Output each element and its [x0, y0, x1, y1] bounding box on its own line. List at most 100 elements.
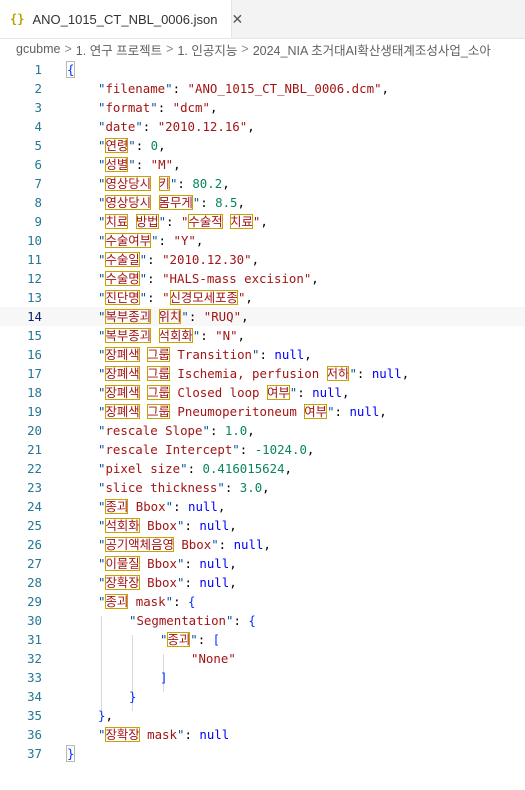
json-key-text: filename [105, 81, 165, 96]
string-word: " [173, 233, 181, 248]
code-text: "장확장 Bbox": null, [98, 573, 237, 592]
code-line[interactable]: 36 "장확장 mask": null [0, 725, 525, 744]
string-word: 2010.12.30 [169, 252, 245, 267]
json-null: null [199, 727, 230, 742]
line-number: 21 [27, 442, 42, 457]
quote: " [165, 499, 174, 514]
code-line[interactable]: 1{ [0, 60, 525, 79]
code-line[interactable]: 9 "치료 방법": "수술적 치료", [0, 212, 525, 231]
key-word: Slope [165, 423, 203, 438]
code-line[interactable]: 35}, [0, 706, 525, 725]
code-line[interactable]: 15 "복부종괴 석회화": "N", [0, 326, 525, 345]
code-line[interactable]: 14 "복부종괴 위치": "RUQ", [0, 307, 525, 326]
code-line[interactable]: 19 "장폐색 그룹 Pneumoperitoneum 여부": null, [0, 402, 525, 421]
code-line[interactable]: 21 "rescale Intercept": -1024.0, [0, 440, 525, 459]
breadcrumb-item[interactable]: 1. 연구 프로젝트 [76, 40, 162, 59]
code-line[interactable]: 5 "연령": 0, [0, 136, 525, 155]
json-bracket: ] [160, 670, 168, 685]
json-punctuation: , [229, 518, 237, 533]
line-number: 16 [27, 347, 42, 362]
string-word: RUQ [211, 309, 234, 324]
unicode-highlight: 수술명 [105, 271, 140, 286]
code-line[interactable]: 17 "장폐색 그룹 Ischemia, perfusion 저하": null, [0, 364, 525, 383]
code-text: "장확장 mask": null [98, 725, 229, 744]
json-null: null [199, 575, 230, 590]
line-number: 24 [27, 499, 42, 514]
code-line[interactable]: 4 "date": "2010.12.16", [0, 117, 525, 136]
close-icon[interactable]: ✕ [231, 11, 243, 28]
code-text: "진단명": "신경모세포종", [98, 288, 253, 307]
unicode-highlight: 장폐색 [105, 385, 140, 400]
code-line[interactable]: 3 "format": "dcm", [0, 98, 525, 117]
json-key-text: 수술명 [105, 271, 140, 286]
code-line[interactable]: 13 "진단명": "신경모세포종", [0, 288, 525, 307]
json-punctuation: : [135, 157, 151, 172]
code-line[interactable]: 37} [0, 744, 525, 763]
code-line[interactable]: 28 "장확장 Bbox": null, [0, 573, 525, 592]
string-word: " [228, 651, 236, 666]
tab-file[interactable]: {} ANO_1015_CT_NBL_0006.json ✕ [0, 0, 243, 38]
json-punctuation: , [311, 271, 319, 286]
code-line[interactable]: 20 "rescale Slope": 1.0, [0, 421, 525, 440]
code-line[interactable]: 30 "Segmentation": { [0, 611, 525, 630]
code-line[interactable]: 25 "석회화 Bbox": null, [0, 516, 525, 535]
code-line[interactable]: 10 "수술여부": "Y", [0, 231, 525, 250]
code-text: "filename": "ANO_1015_CT_NBL_0006.dcm", [98, 79, 389, 98]
json-null: null [187, 499, 218, 514]
line-number: 12 [27, 271, 42, 286]
code-line[interactable]: 16 "장폐색 그룹 Transition": null, [0, 345, 525, 364]
code-text: "공기액체음영 Bbox": null, [98, 535, 271, 554]
json-string: "None" [191, 651, 236, 666]
code-text: "수술일": "2010.12.30", [98, 250, 259, 269]
code-line[interactable]: 31 "종괴": [ [0, 630, 525, 649]
line-number: 3 [34, 100, 42, 115]
code-text: "수술명": "HALS-mass excision", [98, 269, 319, 288]
code-line[interactable]: 27 "이물질 Bbox": null, [0, 554, 525, 573]
quote: " [252, 347, 260, 362]
breadcrumb-item[interactable]: 2024_NIA 초거대AI확산생태계조성사업_소아 [253, 40, 491, 59]
json-punctuation: : [147, 252, 163, 267]
code-line[interactable]: 6 "성별": "M", [0, 155, 525, 174]
json-punctuation: : [209, 423, 225, 438]
code-line[interactable]: 22 "pixel size": 0.416015624, [0, 459, 525, 478]
json-string: "Y" [173, 233, 195, 248]
unicode-highlight: 장폐색 [105, 347, 140, 362]
breadcrumb-item[interactable]: 1. 인공지능 [177, 40, 237, 59]
breadcrumb-item[interactable]: gcubme [16, 42, 60, 56]
json-key: "date" [98, 119, 143, 134]
code-line[interactable]: 11 "수술일": "2010.12.30", [0, 250, 525, 269]
code-line[interactable]: 12 "수술명": "HALS-mass excision", [0, 269, 525, 288]
json-punctuation: : [334, 404, 350, 419]
quote: " [151, 233, 159, 248]
key-word [319, 366, 326, 381]
code-text: "치료 방법": "수술적 치료", [98, 212, 268, 231]
line-number: 2 [34, 81, 42, 96]
code-line[interactable]: 8 "영상당시 몸무게": 8.5, [0, 193, 525, 212]
json-punctuation: , [237, 195, 245, 210]
code-line[interactable]: 34} [0, 687, 525, 706]
json-key: "수술명" [98, 271, 147, 286]
unicode-highlight: 복부종괴 [105, 309, 152, 324]
key-word [151, 328, 158, 343]
code-line[interactable]: 24 "종괴 Bbox": null, [0, 497, 525, 516]
string-word: 2010.12.16 [165, 119, 240, 134]
code-line[interactable]: 33] [0, 668, 525, 687]
quote: " [150, 100, 158, 115]
code-line[interactable]: 29 "종괴 mask": { [0, 592, 525, 611]
json-punctuation: , [195, 233, 204, 248]
json-punctuation: : [356, 366, 372, 381]
code-line[interactable]: 2 "filename": "ANO_1015_CT_NBL_0006.dcm", [0, 79, 525, 98]
json-key-text: 장확장 Bbox [105, 575, 177, 590]
string-word: M [158, 157, 166, 172]
code-editor[interactable]: 1{ 2 "filename": "ANO_1015_CT_NBL_0006.dcm… [0, 60, 525, 790]
code-line[interactable]: 18 "장폐색 그룹 Closed loop 여부": null, [0, 383, 525, 402]
unicode-highlight: 종괴 [105, 499, 129, 514]
code-text: "pixel size": 0.416015624, [98, 459, 292, 478]
json-key-text: 성별 [105, 157, 129, 172]
key-word: rescale [105, 442, 158, 457]
code-line[interactable]: 23 "slice thickness": 3.0, [0, 478, 525, 497]
json-number: 8.5 [215, 195, 238, 210]
code-line[interactable]: 32 "None" [0, 649, 525, 668]
code-line[interactable]: 26 "공기액체음영 Bbox": null, [0, 535, 525, 554]
code-line[interactable]: 7 "영상당시 키": 80.2, [0, 174, 525, 193]
